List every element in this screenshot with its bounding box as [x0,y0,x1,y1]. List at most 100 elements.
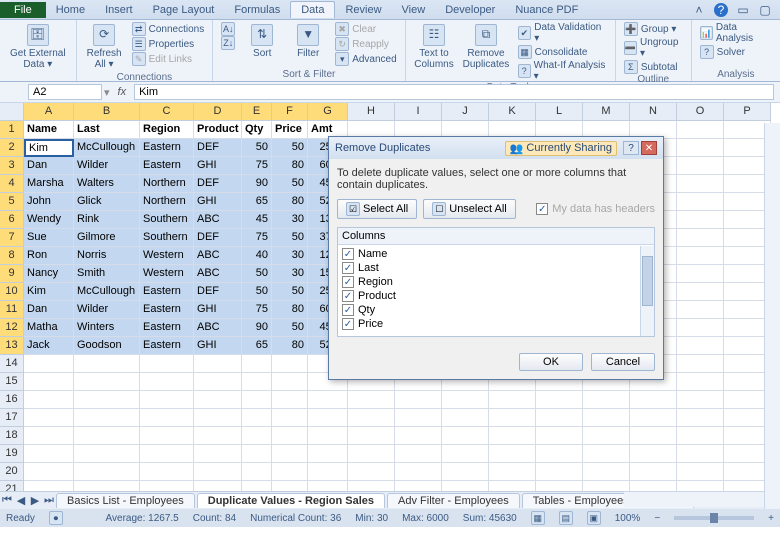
cell[interactable] [74,427,140,445]
tab-developer[interactable]: Developer [435,2,505,18]
cell[interactable] [583,409,630,427]
col-header-G[interactable]: G [308,103,348,121]
row-header[interactable]: 9 [0,265,24,283]
formula-input[interactable]: Kim [134,84,774,100]
column-checkbox-item[interactable]: ✓Qty [342,303,650,317]
cell[interactable]: 80 [272,337,308,355]
col-header-I[interactable]: I [395,103,442,121]
cell[interactable]: 90 [242,319,272,337]
cell[interactable]: Kim [24,139,74,157]
cell[interactable] [395,463,442,481]
cell[interactable]: 90 [242,175,272,193]
cell[interactable] [140,463,194,481]
cell[interactable] [536,427,583,445]
col-header-N[interactable]: N [630,103,677,121]
cell[interactable] [536,445,583,463]
cell[interactable] [442,391,489,409]
cell[interactable]: GHI [194,157,242,175]
tab-home[interactable]: Home [46,2,95,18]
cell[interactable]: Southern [140,211,194,229]
cell[interactable] [630,391,677,409]
fx-icon[interactable]: fx [118,86,127,98]
zoom-out-button[interactable]: − [654,513,660,524]
cell[interactable] [242,355,272,373]
column-checkbox-item[interactable]: ✓Last [342,261,650,275]
cell[interactable] [24,409,74,427]
columns-listbox[interactable]: Columns ✓Name✓Last✓Region✓Product✓Qty✓Pr… [337,227,655,337]
row-header[interactable]: 16 [0,391,24,409]
cell[interactable] [272,481,308,491]
cell[interactable] [272,463,308,481]
cell[interactable] [74,391,140,409]
cell[interactable] [677,247,724,265]
cell[interactable]: Ron [24,247,74,265]
col-header-J[interactable]: J [442,103,489,121]
sort-button[interactable]: ⇅Sort [241,22,283,61]
cell[interactable] [24,355,74,373]
cell[interactable]: Eastern [140,301,194,319]
help-icon[interactable]: ? [714,3,728,17]
cell[interactable]: 30 [272,247,308,265]
cell[interactable]: Nancy [24,265,74,283]
cell[interactable] [630,409,677,427]
row-header[interactable]: 15 [0,373,24,391]
col-header-D[interactable]: D [194,103,242,121]
cell[interactable] [242,409,272,427]
macro-record-icon[interactable]: ⏺ [49,511,63,525]
group-button[interactable]: ➕Group ▾ [622,22,685,36]
sheet-nav-next[interactable]: ▶ [28,494,42,507]
cell[interactable] [677,175,724,193]
cell[interactable] [74,355,140,373]
cell[interactable]: DEF [194,139,242,157]
sort-az-button[interactable]: A↓ [219,22,237,36]
cell[interactable]: Product [194,121,242,139]
cell[interactable] [348,445,395,463]
cell[interactable] [140,391,194,409]
connections-button[interactable]: ⇄Connections [130,22,207,36]
name-box[interactable]: A2 [28,84,102,100]
cell[interactable] [395,391,442,409]
cell[interactable]: 40 [242,247,272,265]
cell[interactable]: 75 [242,229,272,247]
row-header[interactable]: 17 [0,409,24,427]
sheet-tab-3[interactable]: Adv Filter - Employees [387,493,520,508]
sheet-nav-first[interactable]: ⏮ [0,494,14,507]
cell[interactable] [194,373,242,391]
col-header-C[interactable]: C [140,103,194,121]
cell[interactable]: Eastern [140,319,194,337]
cell[interactable]: GHI [194,301,242,319]
cell[interactable]: 30 [272,211,308,229]
cell[interactable] [489,409,536,427]
cell[interactable] [583,391,630,409]
cell[interactable] [677,301,724,319]
cell[interactable] [194,409,242,427]
cell[interactable] [630,445,677,463]
edit-links-button[interactable]: ✎Edit Links [130,52,207,66]
cell[interactable]: Wendy [24,211,74,229]
cell[interactable] [677,427,724,445]
cell[interactable] [489,427,536,445]
cell[interactable] [677,229,724,247]
row-header[interactable]: 6 [0,211,24,229]
row-header[interactable]: 7 [0,229,24,247]
cell[interactable] [677,337,724,355]
cell[interactable]: Rink [74,211,140,229]
cell[interactable] [583,445,630,463]
cell[interactable]: ABC [194,319,242,337]
cell[interactable] [630,463,677,481]
row-header[interactable]: 19 [0,445,24,463]
filter-button[interactable]: ▼Filter [287,22,329,61]
cell[interactable] [242,445,272,463]
zoom-level[interactable]: 100% [615,513,641,524]
cell[interactable]: 80 [272,193,308,211]
cell[interactable]: Norris [74,247,140,265]
tab-insert[interactable]: Insert [95,2,143,18]
cell[interactable]: John [24,193,74,211]
window-icon-2[interactable]: ▢ [758,3,772,17]
cell[interactable] [536,481,583,491]
cell[interactable]: DEF [194,283,242,301]
cell[interactable]: 50 [272,283,308,301]
view-break-icon[interactable]: ▣ [587,511,601,525]
cell[interactable]: Eastern [140,337,194,355]
cell[interactable]: 30 [272,265,308,283]
